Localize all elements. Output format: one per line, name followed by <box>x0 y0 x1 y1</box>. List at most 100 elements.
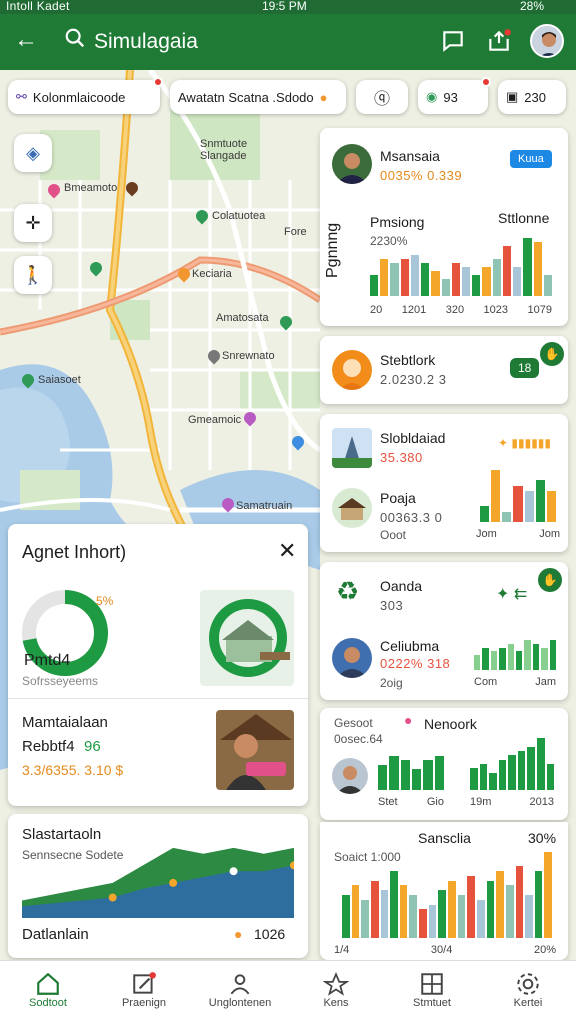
arrow-left-icon[interactable]: ← <box>14 26 38 54</box>
chat-icon[interactable] <box>440 28 466 54</box>
chart-bar <box>461 267 471 296</box>
tick-label: 1201 <box>401 304 427 316</box>
card-title: Oanda <box>380 578 423 594</box>
stats-card[interactable]: Stebtlork 2.0230.2 3 18 ✋ <box>320 336 568 404</box>
tick-label: Stet <box>378 796 398 808</box>
bar-chart <box>378 756 444 790</box>
layers-icon: ◈ <box>26 142 40 163</box>
filter-chip[interactable]: Awatatn Scatna .Sdodo ● <box>170 80 346 114</box>
card-value: 0222% 318 <box>380 656 451 671</box>
chart-bar <box>533 242 542 296</box>
nav-settings[interactable]: Kertei <box>480 961 576 1024</box>
avatar[interactable] <box>530 24 564 58</box>
bar-chart <box>480 470 556 522</box>
chart-bar <box>380 258 389 296</box>
chart-bar <box>516 651 523 670</box>
chart-bar <box>470 768 478 790</box>
avatar <box>332 350 372 390</box>
chart-bar <box>342 895 350 938</box>
chart-bar <box>451 262 460 296</box>
stats-card[interactable]: Gesoot 0osec.64 ● Nenoork Stet Gio 19m 2… <box>320 708 568 820</box>
share-icon[interactable] <box>486 28 512 54</box>
person-subtitle: Rebbtf4 <box>22 738 75 755</box>
chart-bar <box>496 871 504 938</box>
tick-label: Jom <box>539 528 560 540</box>
filter-chip[interactable]: ▣ 230 <box>498 80 566 114</box>
stats-card[interactable]: Msansaia 0035% 0.339 Kuua Pmsiong Sttlon… <box>320 128 568 326</box>
filter-chip[interactable]: ⚯ Kolonmlaicoode <box>8 77 163 114</box>
data-point <box>108 893 117 902</box>
chart-bar <box>479 764 488 790</box>
map-label: Amatosata <box>216 312 269 324</box>
thumbnail <box>332 428 372 468</box>
chart-bar <box>370 275 379 296</box>
pin-icon: ● <box>234 926 243 942</box>
tick-label: 20% <box>533 944 556 956</box>
calendar-icon: ▣ <box>506 89 519 104</box>
x-axis: Stet Gio <box>378 796 444 808</box>
chart-bar <box>502 511 512 522</box>
photo-tag[interactable] <box>246 762 286 776</box>
hand-icon[interactable]: ✋ <box>538 568 562 592</box>
nav-edit[interactable]: Praenign <box>96 961 192 1024</box>
chart-bar <box>389 756 399 790</box>
stats-card[interactable]: ♻ Oanda 303 ✦ ⇇ ✋ Celiubma 0222% 318 2oi… <box>320 562 568 700</box>
chart-label: Sttlonne <box>498 210 550 226</box>
tick-label: 20 <box>370 304 383 316</box>
tick-label: Jom <box>476 528 497 540</box>
chart-bar <box>517 751 526 790</box>
card-title: Stebtlork <box>380 352 436 368</box>
filter-chip[interactable]: ⓠ <box>356 80 408 114</box>
data-point <box>229 867 238 876</box>
bar-chart <box>370 238 552 296</box>
star-icon <box>323 972 349 996</box>
locate-button[interactable]: ✛ <box>14 204 52 242</box>
axis-label: Pgnnng <box>324 222 341 278</box>
edit-icon <box>133 972 156 994</box>
layers-button[interactable]: ◈ <box>14 134 52 172</box>
chart-bar <box>523 238 532 296</box>
chart-bar <box>532 643 540 670</box>
app-bar: ← Simulagaia <box>0 14 576 70</box>
stats-card[interactable]: Sansclia 30% Soaict 1:000 1/4 30/4 20% <box>320 822 568 960</box>
agent-panel: Agnet Inhort) ✕ 5% Pmtd4 Sofrsseyeems Ma… <box>8 524 308 806</box>
notification-badge <box>481 77 491 87</box>
chart-bar <box>492 258 501 296</box>
stats-card[interactable]: Slobldaiad 35.380 ✦ ▮▮▮▮▮▮ Poaja 00363.3… <box>320 414 568 552</box>
nav-calculator[interactable]: Stmtuet <box>384 961 480 1024</box>
person-photo <box>216 710 294 790</box>
tick-label: 2013 <box>529 796 554 808</box>
chart-bar <box>431 271 440 296</box>
person-subtitle-value: 96 <box>84 738 101 755</box>
nav-person[interactable]: Unglontenen <box>192 961 288 1024</box>
chart-bar <box>524 490 534 522</box>
footer-value: 1026 <box>254 926 286 942</box>
chart-bar <box>411 768 422 790</box>
action-button[interactable]: Kuua <box>510 150 552 168</box>
nav-star[interactable]: Kens <box>288 961 384 1024</box>
chip-label: 230 <box>524 89 546 105</box>
chart-bar <box>378 764 388 790</box>
chart-bar <box>513 485 523 522</box>
chart-bar <box>546 764 555 790</box>
filter-chip[interactable]: ◉ 93 <box>418 77 491 114</box>
carrier-label: Intoll Kadet <box>6 0 70 13</box>
illustration <box>200 590 294 686</box>
card-title: Celiubma <box>380 638 440 654</box>
nav-home[interactable]: Sodtoot <box>0 961 96 1024</box>
chart-bar <box>490 651 498 670</box>
card-title: Gesoot <box>334 716 373 730</box>
hand-icon[interactable]: ✋ <box>540 342 564 366</box>
chart-bar <box>489 772 497 790</box>
map-label: Keciaria <box>192 268 232 280</box>
card-value: 0035% 0.339 <box>380 168 463 183</box>
tick-label: 1023 <box>483 304 509 316</box>
chart-bar <box>525 895 533 938</box>
walk-button[interactable]: 🚶 <box>14 256 52 294</box>
search-icon[interactable] <box>64 27 86 49</box>
card-value: 00363.3 0 <box>380 510 443 525</box>
chip-label: 93 <box>443 89 458 105</box>
chart-bar <box>498 759 507 790</box>
card-value: 2.0230.2 3 <box>380 372 447 387</box>
close-icon[interactable]: ✕ <box>278 538 296 564</box>
